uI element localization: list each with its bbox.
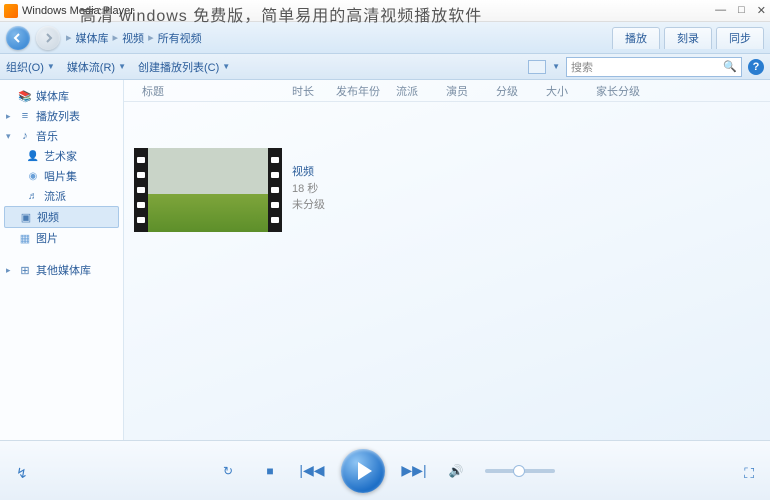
search-icon: 🔍 [723,60,737,73]
window-controls: — □ ✕ [715,4,766,17]
sidebar: 媒体库 ▸播放列表 ▾音乐 艺术家 唱片集 流派 视频 图片 ▸其他媒体库 [0,80,124,440]
video-thumbnail[interactable] [134,148,282,232]
album-icon [26,170,40,182]
item-metadata: 视频 18 秒 未分级 [292,148,325,214]
breadcrumb[interactable]: ▸ 媒体库 ▸ 视频 ▸ 所有视频 [66,30,606,46]
video-icon [19,211,33,223]
tab-sync[interactable]: 同步 [716,27,764,49]
film-strip-left [134,148,148,232]
view-options-button[interactable] [528,60,546,74]
breadcrumb-item[interactable]: 视频 [122,30,144,46]
col-year[interactable]: 发布年份 [328,83,388,99]
minimize-button[interactable]: — [715,4,726,17]
shuffle-button[interactable]: ↯ [16,465,28,482]
forward-arrow-icon [42,32,54,44]
col-actors[interactable]: 演员 [438,83,488,99]
chevron-right-icon: ▸ [66,31,72,44]
play-button[interactable] [341,449,385,493]
chevron-right-icon: ▸ [148,31,154,44]
thumbnail-image [148,148,268,232]
sidebar-item-pictures[interactable]: 图片 [4,228,119,248]
back-arrow-icon [12,32,24,44]
column-headers: 标题 时长 发布年份 流派 演员 分级 大小 家长分级 [124,80,770,102]
chevron-down-icon: ▼ [222,62,230,71]
back-button[interactable] [6,26,30,50]
sidebar-item-music[interactable]: ▾音乐 [4,126,119,146]
music-icon [18,130,32,142]
sidebar-item-playlists[interactable]: ▸播放列表 [4,106,119,126]
mode-tabs: 播放 刻录 同步 [612,27,764,49]
chevron-down-icon: ▼ [47,62,55,71]
sidebar-item-library[interactable]: 媒体库 [4,86,119,106]
forward-button[interactable] [36,26,60,50]
titlebar: Windows Media Player — □ ✕ [0,0,770,22]
chevron-down-icon: ▼ [552,62,560,71]
toolbar: 组织(O)▼ 媒体流(R)▼ 创建播放列表(C)▼ ▼ 搜索 🔍 ? [0,54,770,80]
prev-button[interactable]: |◀◀ [299,458,325,484]
items-area: 视频 18 秒 未分级 [124,102,770,440]
chevron-right-icon: ▸ [113,31,119,44]
artist-icon [26,150,40,162]
tab-play[interactable]: 播放 [612,27,660,49]
col-size[interactable]: 大小 [538,83,588,99]
col-genre[interactable]: 流派 [388,83,438,99]
navbar: ▸ 媒体库 ▸ 视频 ▸ 所有视频 播放 刻录 同步 [0,22,770,54]
col-length[interactable]: 时长 [284,83,328,99]
breadcrumb-item[interactable]: 媒体库 [76,30,109,46]
sidebar-item-other[interactable]: ▸其他媒体库 [4,260,119,280]
tab-burn[interactable]: 刻录 [664,27,712,49]
create-playlist-menu[interactable]: 创建播放列表(C)▼ [138,59,230,75]
sidebar-item-album[interactable]: 唱片集 [4,166,119,186]
search-input[interactable]: 搜索 🔍 [566,57,742,77]
fullscreen-button[interactable]: ⛶ [744,465,754,482]
volume-slider[interactable] [485,469,555,473]
help-button[interactable]: ? [748,59,764,75]
item-name[interactable]: 视频 [292,164,325,181]
col-rating[interactable]: 分级 [488,83,538,99]
repeat-button[interactable]: ↻ [215,458,241,484]
col-title[interactable]: 标题 [134,83,284,99]
next-button[interactable]: ▶▶| [401,458,427,484]
close-button[interactable]: ✕ [757,4,766,17]
maximize-button[interactable]: □ [738,4,745,17]
player-controls: ↯ ↻ ■ |◀◀ ▶▶| 🔊 ⛶ [0,440,770,500]
playlist-icon [18,110,32,122]
item-rating: 未分级 [292,197,325,214]
other-libraries-icon [18,264,32,276]
app-icon [4,4,18,18]
sidebar-item-video[interactable]: 视频 [4,206,119,228]
mute-button[interactable]: 🔊 [443,458,469,484]
search-placeholder: 搜索 [571,59,593,75]
organize-menu[interactable]: 组织(O)▼ [6,59,55,75]
col-parental[interactable]: 家长分级 [588,83,648,99]
chevron-down-icon: ▼ [118,62,126,71]
library-icon [18,90,32,102]
film-strip-right [268,148,282,232]
sidebar-item-genre[interactable]: 流派 [4,186,119,206]
genre-icon [26,190,40,202]
stop-button[interactable]: ■ [257,458,283,484]
pictures-icon [18,232,32,244]
stream-menu[interactable]: 媒体流(R)▼ [67,59,126,75]
item-duration: 18 秒 [292,181,325,198]
content-pane: 标题 时长 发布年份 流派 演员 分级 大小 家长分级 视频 18 秒 未分级 [124,80,770,440]
sidebar-item-artist[interactable]: 艺术家 [4,146,119,166]
app-title: Windows Media Player [22,5,134,17]
breadcrumb-item[interactable]: 所有视频 [158,30,202,46]
